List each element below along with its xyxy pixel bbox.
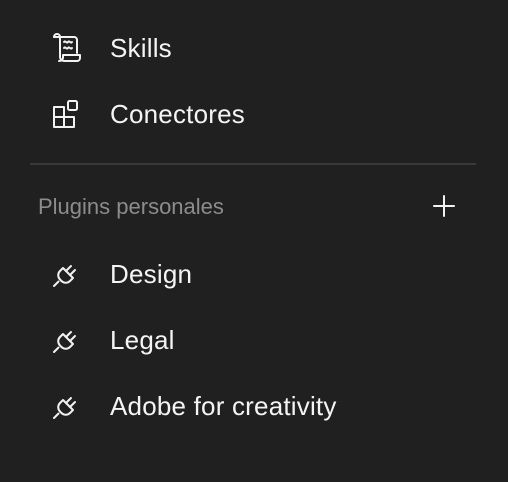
plug-icon xyxy=(48,322,84,358)
nav-item-label: Skills xyxy=(110,33,172,63)
section-title-plugins: Plugins personales xyxy=(38,194,224,219)
nav-item-skills[interactable]: Skills xyxy=(0,20,508,76)
plugin-item-legal[interactable]: Legal xyxy=(0,312,508,368)
nav-item-conectores[interactable]: Conectores xyxy=(0,86,508,142)
plugin-item-adobe-for-creativity[interactable]: Adobe for creativity xyxy=(0,378,508,434)
add-plugin-button[interactable] xyxy=(428,192,460,224)
plug-icon xyxy=(48,256,84,292)
sidebar-panel: Skills Conectores Plugins personales Des… xyxy=(0,0,508,482)
plugin-item-label: Adobe for creativity xyxy=(110,391,337,421)
plus-icon xyxy=(432,194,456,223)
nav-item-label: Conectores xyxy=(110,99,245,129)
plugin-item-label: Design xyxy=(110,259,193,289)
plug-icon xyxy=(48,388,84,424)
scroll-icon xyxy=(48,30,84,66)
connectors-grid-icon xyxy=(48,96,84,132)
plugin-item-label: Legal xyxy=(110,325,175,355)
section-divider xyxy=(30,163,476,165)
plugin-item-design[interactable]: Design xyxy=(0,246,508,302)
